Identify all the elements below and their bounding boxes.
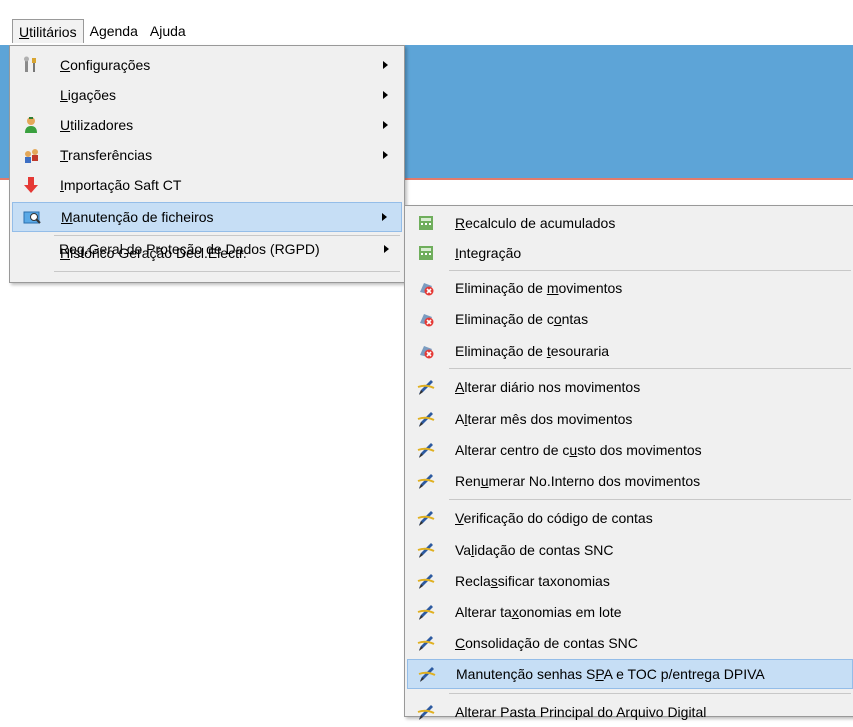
submenu-item-renumerar[interactable]: Renumerar No.Interno dos movimentos <box>407 466 853 496</box>
submenu-item-alterar-mes[interactable]: Alterar mês dos movimentos <box>407 404 853 434</box>
submenu-item-alterar-taxonomias[interactable]: Alterar taxonomias em lote <box>407 597 853 627</box>
submenu-arrow-icon <box>384 245 389 253</box>
submenu-item-manutencao-senhas[interactable]: Manutenção senhas SPA e TOC p/entrega DP… <box>407 659 853 689</box>
edit-pen-icon <box>418 665 436 683</box>
edit-pen-icon <box>417 541 435 559</box>
submenu-item-eliminacao-contas[interactable]: Eliminação de contas <box>407 304 853 334</box>
edit-pen-icon <box>417 603 435 621</box>
submenu-arrow-icon <box>383 151 388 159</box>
submenu-item-verificacao-codigo[interactable]: Verificação do código de contas <box>407 503 853 533</box>
transfer-icon <box>22 146 40 164</box>
submenu-item-integracao[interactable]: Integração <box>407 238 853 268</box>
menu-separator <box>54 271 400 272</box>
submenu-item-recalculo[interactable]: Recalculo de acumulados <box>407 208 853 238</box>
menu-separator <box>449 693 851 694</box>
settings-tools-icon <box>22 56 40 74</box>
submenu-arrow-icon <box>382 213 387 221</box>
submenu-item-eliminacao-tesouraria[interactable]: Eliminação de tesouraria <box>407 336 853 366</box>
calculator-icon <box>417 244 435 262</box>
menu-separator <box>449 270 851 271</box>
menu-ajuda[interactable]: Ajuda <box>144 19 192 43</box>
edit-pen-icon <box>417 703 435 721</box>
menu-item-configuracoes[interactable]: Configurações <box>12 50 402 80</box>
submenu-item-validacao-contas[interactable]: Validação de contas SNC <box>407 535 853 565</box>
down-arrow-icon <box>22 176 40 194</box>
menu-item-rgpd[interactable]: Reg.Geral de Proteção de Dados (RGPD) <box>11 234 403 264</box>
submenu-item-alterar-pasta[interactable]: Alterar Pasta Principal do Arquivo Digit… <box>407 697 853 727</box>
manutencao-submenu: Recalculo de acumulados Integração Elimi… <box>404 205 853 720</box>
submenu-item-consolidacao[interactable]: Consolidação de contas SNC <box>407 628 853 658</box>
edit-pen-icon <box>417 634 435 652</box>
submenu-item-alterar-diario[interactable]: Alterar diário nos movimentos <box>407 372 853 402</box>
delete-icon <box>417 279 435 297</box>
edit-pen-icon <box>417 472 435 490</box>
edit-pen-icon <box>417 410 435 428</box>
user-icon <box>22 116 40 134</box>
submenu-arrow-icon <box>383 121 388 129</box>
menu-item-importacao-saft[interactable]: Importação Saft CT <box>12 170 402 200</box>
submenu-arrow-icon <box>383 91 388 99</box>
menu-utilitarios[interactable]: Utilitários <box>12 19 84 43</box>
edit-pen-icon <box>417 378 435 396</box>
menu-separator <box>449 368 851 369</box>
menu-item-ligacoes[interactable]: Ligações <box>12 80 402 110</box>
menu-item-manutencao-ficheiros[interactable]: Manutenção de ficheiros <box>12 202 402 232</box>
submenu-arrow-icon <box>383 61 388 69</box>
submenu-item-reclassificar[interactable]: Reclassificar taxonomias <box>407 566 853 596</box>
delete-icon <box>417 310 435 328</box>
delete-icon <box>417 342 435 360</box>
calculator-icon <box>417 214 435 232</box>
edit-pen-icon <box>417 509 435 527</box>
edit-pen-icon <box>417 441 435 459</box>
menu-bar: Utilitários Agenda Ajuda <box>0 17 853 45</box>
menu-item-transferencias[interactable]: Transferências <box>12 140 402 170</box>
menu-separator <box>449 499 851 500</box>
menu-item-utilizadores[interactable]: Utilizadores <box>12 110 402 140</box>
edit-pen-icon <box>417 572 435 590</box>
file-maintenance-icon <box>23 208 41 226</box>
menu-agenda[interactable]: Agenda <box>84 19 144 43</box>
submenu-item-alterar-centro-custo[interactable]: Alterar centro de custo dos movimentos <box>407 435 853 465</box>
submenu-item-eliminacao-movimentos[interactable]: Eliminação de movimentos <box>407 273 853 303</box>
